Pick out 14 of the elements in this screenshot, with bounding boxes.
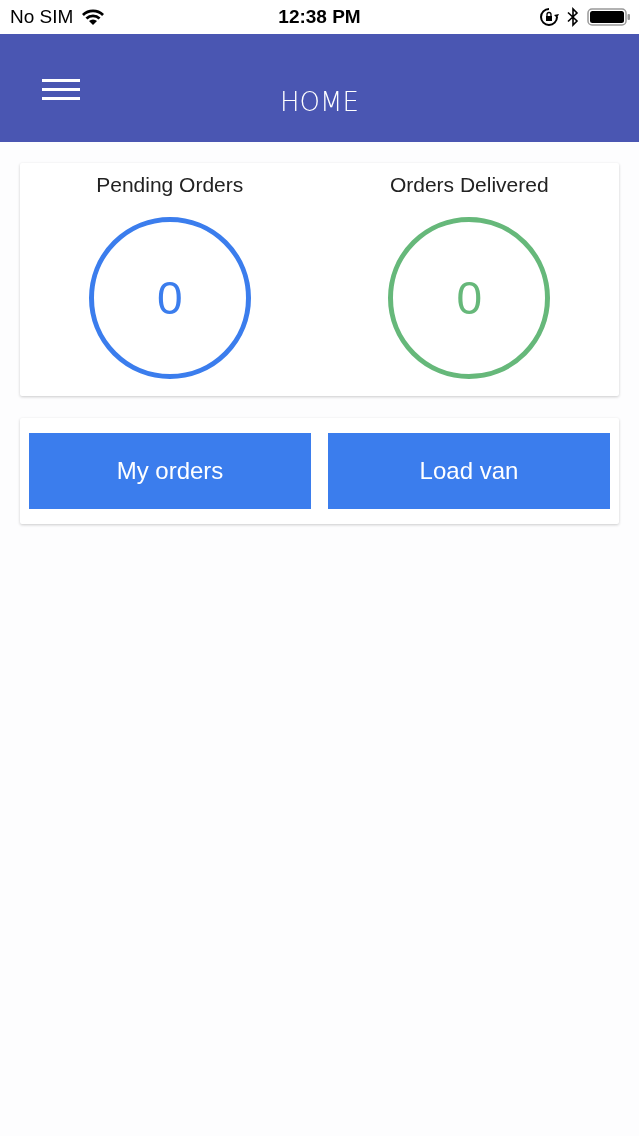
counter-value: 0 [456,271,483,325]
clock-time: 12:38 PM [278,6,361,28]
action-button[interactable]: Load van [328,433,610,509]
page-title: HOME [280,87,359,117]
counter-label: Orders Delivered [389,173,549,197]
rotation-lock-icon [539,7,559,27]
carrier-name: No SIM [10,6,74,28]
bluetooth-icon [567,7,579,27]
action-button[interactable]: My orders [29,433,311,509]
menu-icon[interactable] [42,78,80,100]
counter-value: 0 [156,271,183,325]
wifi-icon [81,8,106,26]
counter-label: Pending Orders [96,173,244,197]
battery-icon [587,7,631,27]
